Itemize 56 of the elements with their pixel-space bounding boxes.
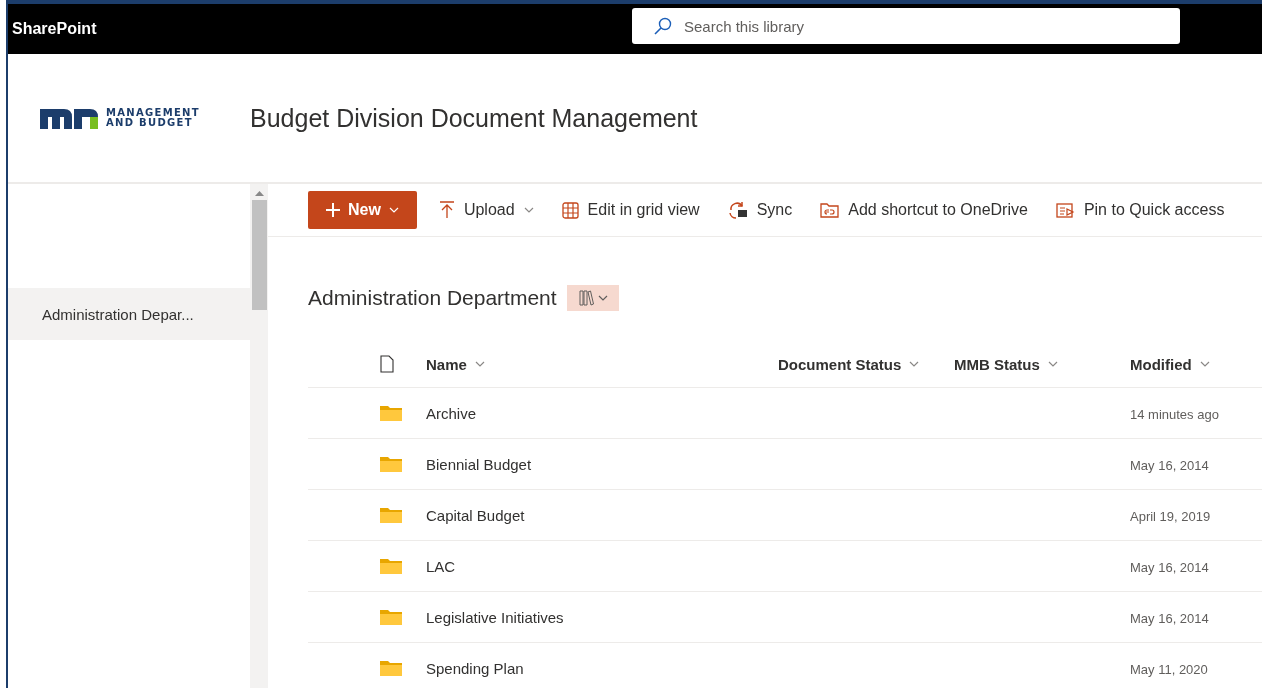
modified-date: April 19, 2019: [1130, 508, 1211, 524]
search-icon: [654, 17, 672, 35]
chevron-down-icon: [909, 361, 920, 367]
chevron-down-icon: [388, 207, 399, 213]
chevron-down-icon: [474, 361, 485, 367]
grid-button[interactable]: Edit in grid view: [561, 201, 700, 219]
folder-name[interactable]: Capital Budget: [426, 506, 525, 524]
app-title: SharePoint: [11, 20, 97, 38]
grid-icon: [561, 201, 579, 219]
pin-button[interactable]: Pin to Quick access: [1055, 201, 1225, 219]
modified-date: May 16, 2014: [1130, 457, 1209, 473]
upload-button[interactable]: Upload: [438, 201, 534, 219]
folder-name[interactable]: Archive: [426, 404, 477, 422]
search-field[interactable]: Search this library: [632, 8, 1180, 44]
column-header[interactable]: Name: [426, 355, 485, 373]
folder-name[interactable]: Spending Plan: [426, 659, 524, 677]
folder-icon: [380, 609, 402, 625]
column-header[interactable]: Document Status: [778, 355, 920, 373]
view-switcher[interactable]: [566, 285, 619, 311]
plus-icon: [326, 203, 340, 217]
scrollbar-thumb[interactable]: [251, 200, 267, 310]
modified-date: 14 minutes ago: [1130, 406, 1219, 422]
chevron-down-icon: [1199, 361, 1210, 367]
shortcut-button[interactable]: Add shortcut to OneDrive: [820, 201, 1028, 219]
sync-button[interactable]: Sync: [727, 201, 793, 219]
modified-date: May 11, 2020: [1130, 661, 1208, 677]
folder-name[interactable]: Biennial Budget: [426, 455, 532, 473]
nav-item[interactable]: Administration Depar...: [8, 288, 250, 340]
chevron-down-icon: [597, 295, 608, 301]
upload-icon: [438, 201, 455, 219]
folder-icon: [380, 405, 402, 421]
folder-icon: [380, 558, 402, 574]
library-icon: [577, 290, 594, 306]
modified-date: May 16, 2014: [1130, 559, 1209, 575]
folder-name[interactable]: Legislative Initiatives: [426, 608, 564, 626]
library-title: Administration Department: [308, 286, 557, 310]
logo-text: MANAGEMENT: [106, 108, 200, 118]
logo-icon: [40, 107, 98, 129]
new-button[interactable]: New: [308, 191, 417, 229]
chevron-down-icon: [523, 207, 534, 213]
folder-icon: [380, 507, 402, 523]
site-title: Budget Division Document Management: [250, 103, 698, 133]
search-placeholder: Search this library: [684, 17, 805, 35]
folder-name[interactable]: LAC: [426, 557, 456, 575]
folder-link-icon: [820, 201, 840, 219]
folder-icon: [380, 660, 402, 676]
modified-date: May 16, 2014: [1130, 610, 1209, 626]
file-icon: [380, 355, 394, 373]
column-header[interactable]: MMB Status: [954, 355, 1058, 373]
pin-icon: [1055, 201, 1075, 219]
logo-text: AND BUDGET: [106, 118, 194, 128]
folder-icon: [380, 456, 402, 472]
chevron-down-icon: [1047, 361, 1058, 367]
column-header[interactable]: Modified: [1130, 355, 1210, 373]
sync-icon: [727, 201, 748, 219]
scroll-up-icon[interactable]: [254, 190, 264, 196]
